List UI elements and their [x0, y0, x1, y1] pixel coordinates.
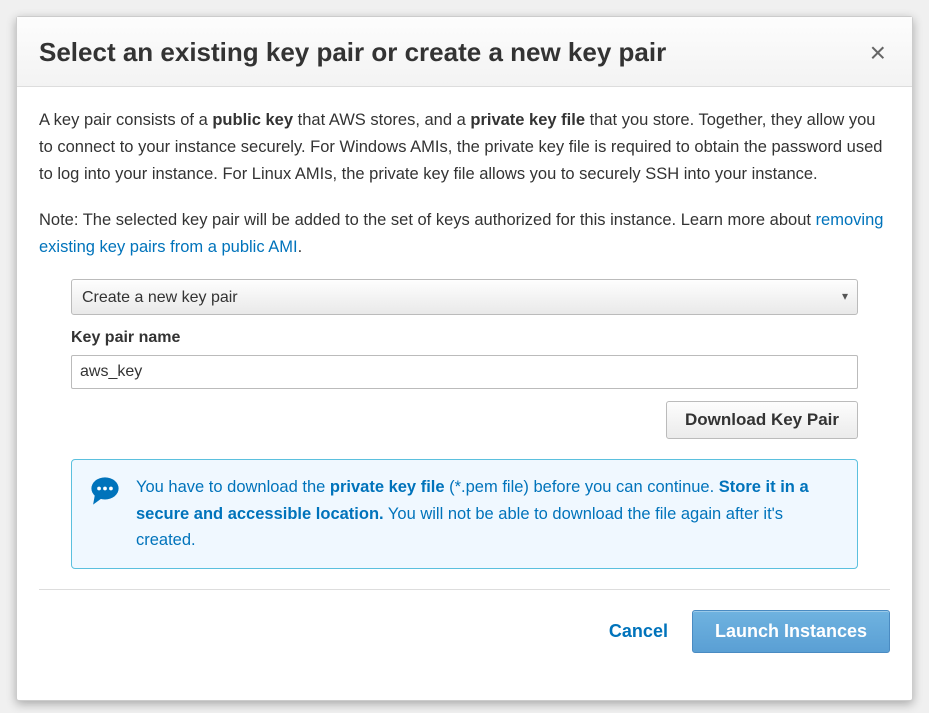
download-row: Download Key Pair — [71, 401, 858, 439]
modal-title: Select an existing key pair or create a … — [39, 37, 666, 68]
modal-body: A key pair consists of a public key that… — [17, 87, 912, 700]
download-keypair-button[interactable]: Download Key Pair — [666, 401, 858, 439]
keypair-select-wrap: Create a new key pair ▾ — [71, 279, 858, 315]
cancel-button[interactable]: Cancel — [609, 621, 668, 642]
keypair-name-input[interactable] — [71, 355, 858, 389]
modal-footer: Cancel Launch Instances — [39, 610, 890, 659]
info-box: You have to download the private key fil… — [71, 459, 858, 568]
note-text: Note: The selected key pair will be adde… — [39, 207, 890, 261]
keypair-action-select[interactable]: Create a new key pair — [71, 279, 858, 315]
divider — [39, 589, 890, 590]
modal-header: Select an existing key pair or create a … — [17, 17, 912, 87]
description-text: A key pair consists of a public key that… — [39, 107, 890, 189]
launch-instances-button[interactable]: Launch Instances — [692, 610, 890, 653]
close-icon[interactable]: × — [866, 39, 890, 67]
speech-bubble-icon — [88, 474, 122, 553]
key-pair-modal: Select an existing key pair or create a … — [16, 16, 913, 701]
info-text: You have to download the private key fil… — [136, 474, 841, 553]
form-area: Create a new key pair ▾ Key pair name Do… — [39, 279, 890, 569]
keypair-name-label: Key pair name — [71, 325, 858, 351]
